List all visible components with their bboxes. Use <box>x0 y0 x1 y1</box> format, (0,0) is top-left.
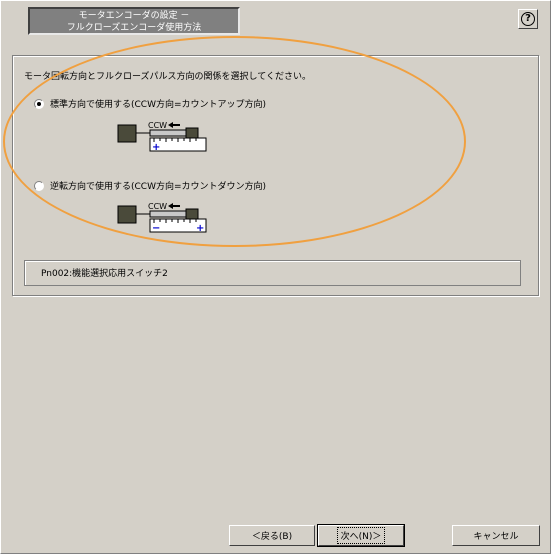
arrow-left-icon <box>168 203 173 209</box>
option-reverse[interactable]: 逆転方向で使用する(CCW方向=カウントダウン方向) <box>34 179 266 192</box>
cancel-button[interactable]: キャンセル <box>452 525 540 546</box>
option-standard[interactable]: 標準方向で使用する(CCW方向=カウントアップ方向) <box>34 97 266 110</box>
radio-reverse[interactable] <box>34 180 44 191</box>
cancel-button-label: キャンセル <box>473 532 519 542</box>
question-mark-icon: ? <box>521 12 535 26</box>
option-standard-label: 標準方向で使用する(CCW方向=カウントアップ方向) <box>50 100 267 110</box>
encoder-diagram-standard: CCW + <box>117 121 207 153</box>
back-button-label: ＜戻る(B) <box>251 532 293 542</box>
back-button[interactable]: ＜戻る(B) <box>229 525 315 546</box>
page-title-tab: モータエンコーダの設定 － フルクローズエンコーダ使用方法 <box>28 7 240 35</box>
help-button[interactable]: ? <box>518 9 538 29</box>
next-button-label: 次へ(N)＞ <box>336 527 386 544</box>
parameter-info: Pn002:機能選択応用スイッチ2 <box>24 260 521 286</box>
instruction-text: モータ回転方向とフルクローズパルス方向の関係を選択してください。 <box>24 72 312 82</box>
title-line-2: フルクローズエンコーダ使用方法 <box>66 23 202 33</box>
ccw-label: CCW <box>148 121 167 130</box>
encoder-diagram-reverse: CCW − + <box>117 202 207 234</box>
radio-standard[interactable] <box>34 98 44 109</box>
svg-text:+: + <box>152 142 160 153</box>
next-button[interactable]: 次へ(N)＞ <box>317 524 405 547</box>
title-line-1: モータエンコーダの設定 － <box>78 11 190 21</box>
svg-text:+: + <box>196 223 204 234</box>
option-reverse-label: 逆転方向で使用する(CCW方向=カウントダウン方向) <box>50 182 267 192</box>
svg-text:−: − <box>152 223 160 234</box>
parameter-text: Pn002:機能選択応用スイッチ2 <box>41 269 168 279</box>
ccw-label: CCW <box>148 202 167 211</box>
arrow-left-icon <box>168 122 173 128</box>
